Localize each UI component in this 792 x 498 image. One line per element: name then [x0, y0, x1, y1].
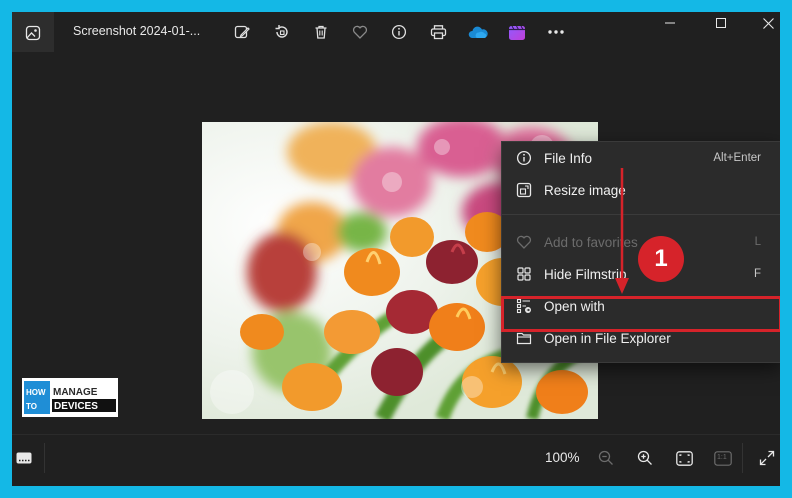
menu-item-label: File Info — [544, 150, 593, 166]
zoom-level[interactable]: 100% — [545, 450, 580, 465]
resize-icon — [516, 182, 532, 198]
menu-separator — [502, 214, 780, 215]
heart-icon — [516, 235, 532, 249]
expand-icon — [759, 450, 775, 466]
app-icon[interactable] — [12, 12, 54, 54]
more-options-button[interactable] — [544, 21, 568, 43]
bottom-divider — [44, 443, 45, 473]
zoom-in-button[interactable] — [633, 446, 657, 470]
actual-size-button[interactable]: 1:1 — [711, 446, 735, 470]
svg-text:DEVICES: DEVICES — [54, 401, 98, 412]
zoom-out-button[interactable] — [594, 446, 618, 470]
svg-text:MANAGE: MANAGE — [53, 387, 98, 398]
more-icon — [548, 30, 564, 34]
rotate-button[interactable] — [270, 21, 294, 43]
htmd-logo-graphic: HOW TO MANAGE DEVICES — [24, 381, 116, 414]
photos-app-window: Screenshot 2024-01-... HOW TO MANAGE DEV… — [12, 12, 780, 486]
favorite-button[interactable] — [348, 21, 372, 43]
title-bar: Screenshot 2024-01-... — [12, 12, 780, 54]
minimize-button[interactable] — [647, 12, 693, 34]
folder-icon — [516, 332, 532, 345]
fit-to-window-button[interactable] — [672, 446, 696, 470]
menu-item-shortcut: F — [753, 268, 761, 280]
rotate-icon — [275, 25, 288, 38]
annotation-arrow — [615, 168, 629, 294]
filmstrip-toggle-button[interactable] — [12, 446, 36, 470]
clipchamp-button[interactable] — [505, 21, 529, 43]
clipchamp-icon — [509, 25, 525, 40]
photos-app-icon — [25, 25, 41, 41]
menu-item-shortcut: Alt+Enter — [713, 152, 761, 164]
svg-text:HOW: HOW — [26, 388, 46, 397]
zoom-out-icon — [598, 450, 613, 465]
edit-image-icon — [234, 25, 250, 39]
actual-size-label: 1:1 — [717, 454, 727, 461]
info-button[interactable] — [387, 21, 411, 43]
bottom-divider — [742, 443, 743, 473]
grid-icon — [517, 267, 531, 281]
bottom-toolbar: 100% 1:1 — [12, 434, 780, 486]
delete-icon — [315, 25, 327, 39]
zoom-in-icon — [637, 450, 652, 465]
edit-image-button[interactable] — [230, 21, 254, 43]
maximize-icon — [716, 18, 726, 28]
filmstrip-icon — [16, 452, 32, 464]
how-to-manage-devices-logo: HOW TO MANAGE DEVICES — [22, 378, 118, 417]
close-icon — [762, 17, 774, 29]
onedrive-button[interactable] — [466, 21, 490, 43]
onedrive-icon — [468, 26, 488, 38]
maximize-button[interactable] — [698, 12, 744, 34]
menu-item-resize-image[interactable]: Resize image — [502, 174, 780, 206]
fit-window-icon — [675, 450, 693, 466]
window-title: Screenshot 2024-01-... — [73, 24, 201, 38]
close-button[interactable] — [745, 12, 780, 34]
menu-item-label: Open in File Explorer — [544, 330, 671, 346]
step-number-badge: 1 — [638, 236, 684, 282]
print-button[interactable] — [426, 21, 450, 43]
full-screen-button[interactable] — [755, 446, 779, 470]
favorite-icon — [352, 25, 368, 39]
print-icon — [430, 25, 446, 40]
info-icon — [391, 24, 407, 40]
menu-item-file-info[interactable]: File Info Alt+Enter — [502, 142, 780, 174]
info-icon — [516, 150, 532, 166]
menu-item-shortcut: L — [754, 236, 761, 248]
highlight-box-hide-filmstrip — [501, 296, 780, 332]
svg-text:TO: TO — [26, 402, 37, 411]
minimize-icon — [665, 22, 675, 24]
delete-button[interactable] — [309, 21, 333, 43]
